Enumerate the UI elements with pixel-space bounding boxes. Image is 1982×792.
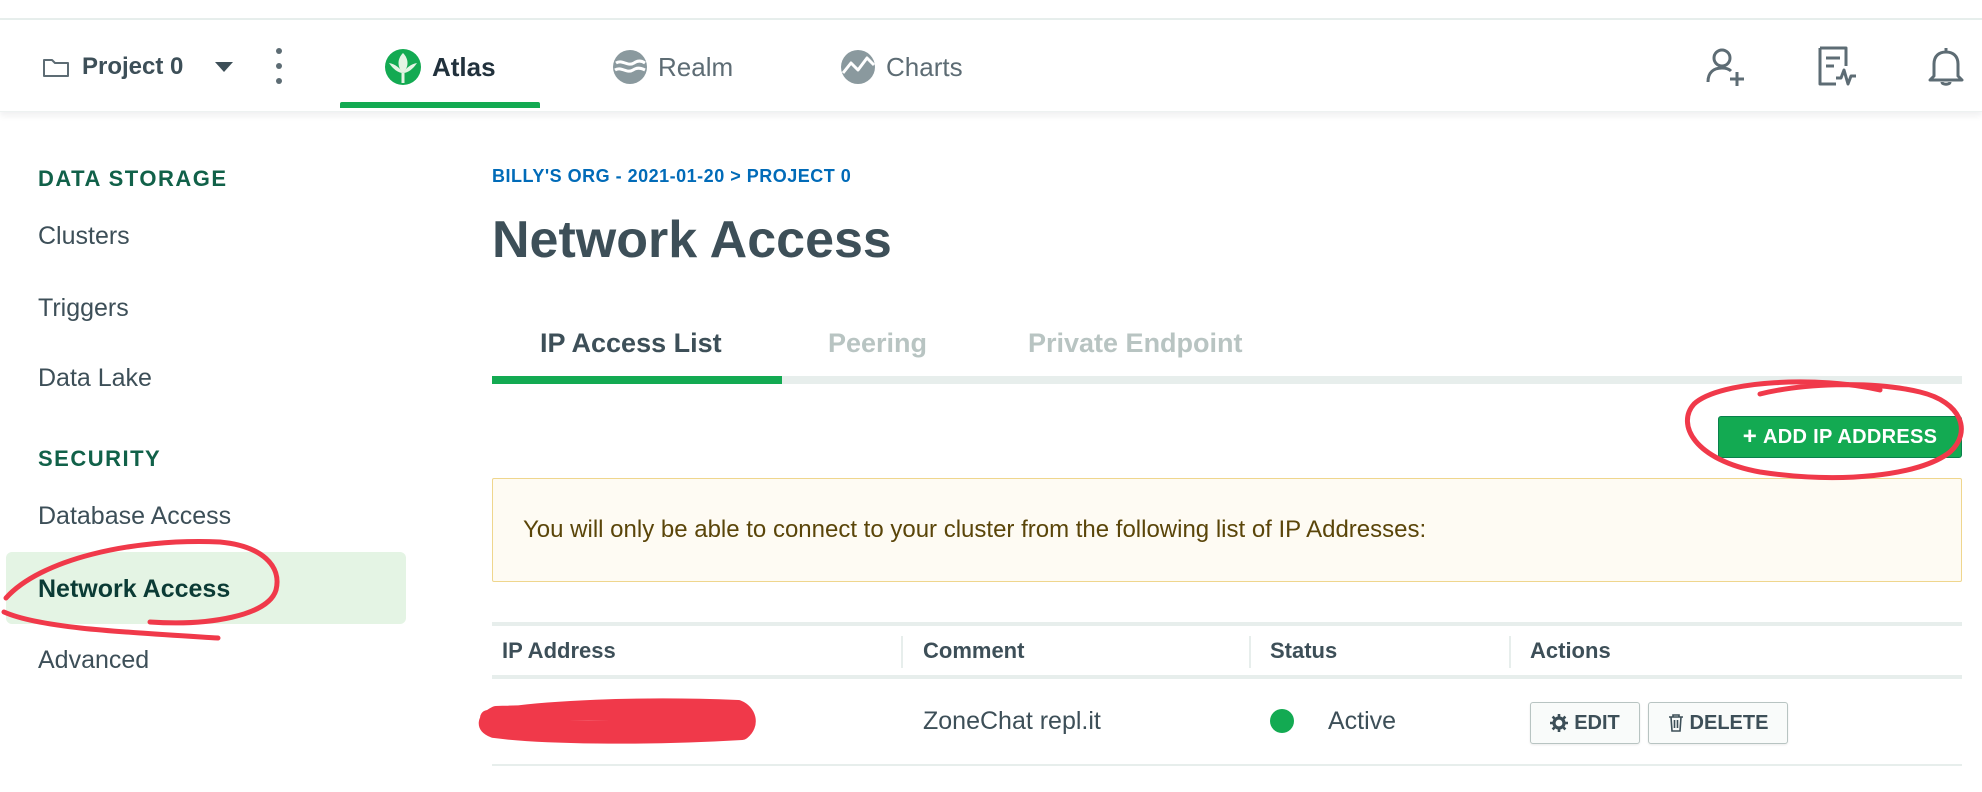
cell-comment: ZoneChat repl.it [923, 707, 1101, 735]
nav-tab-realm[interactable]: Realm [612, 46, 733, 88]
column-header-comment: Comment [923, 638, 1025, 663]
sidebar-item-advanced[interactable]: Advanced [38, 646, 149, 675]
info-banner: You will only be able to connect to your… [492, 478, 1962, 582]
page-title: Network Access [492, 211, 892, 269]
sidebar-item-clusters[interactable]: Clusters [38, 222, 130, 251]
edit-button[interactable]: EDIT [1530, 702, 1640, 744]
nav-tab-atlas[interactable]: Atlas [384, 46, 496, 88]
activity-feed-icon[interactable] [1814, 44, 1858, 88]
sidebar-heading-security: SECURITY [38, 446, 162, 471]
add-ip-address-button[interactable]: + ADD IP ADDRESS [1718, 416, 1962, 458]
status-active-dot-icon [1270, 709, 1294, 733]
delete-button[interactable]: DELETE [1648, 702, 1788, 744]
folder-icon [43, 59, 69, 77]
top-navigation-bar: Project 0 Atlas Realm Charts [0, 20, 1982, 112]
breadcrumb[interactable]: BILLY'S ORG - 2021-01-20 > PROJECT 0 [492, 166, 851, 187]
info-banner-text: You will only be able to connect to your… [523, 516, 1427, 543]
delete-label: DELETE [1689, 711, 1769, 734]
active-tab-indicator [492, 376, 782, 384]
nav-tab-label: Atlas [432, 51, 496, 82]
cell-status: Active [1328, 707, 1397, 735]
sidebar-item-network-access[interactable]: Network Access [38, 575, 230, 604]
table-row-border [492, 764, 1962, 766]
bell-icon[interactable] [1924, 44, 1968, 88]
trash-icon [1668, 714, 1683, 732]
edit-label: EDIT [1574, 711, 1620, 734]
red-annotation-layer [1, 379, 1964, 744]
add-ip-address-label: ADD IP ADDRESS [1763, 425, 1938, 448]
nav-tab-charts[interactable]: Charts [840, 46, 963, 88]
invite-user-icon[interactable] [1704, 44, 1748, 88]
column-header-status: Status [1270, 638, 1338, 663]
atlas-leaf-icon [385, 49, 421, 85]
active-nav-indicator [340, 102, 540, 108]
sidebar-item-data-lake[interactable]: Data Lake [38, 364, 152, 393]
nav-tab-label: Charts [886, 51, 963, 82]
column-separator [1509, 636, 1511, 668]
sidebar-item-triggers[interactable]: Triggers [38, 294, 129, 323]
column-separator [901, 636, 903, 668]
project-selector[interactable]: Project 0 [42, 50, 234, 84]
top-strip [0, 0, 1982, 20]
realm-icon [613, 50, 647, 84]
tab-ip-access-list[interactable]: IP Access List [540, 328, 722, 359]
redaction-scribble [478, 698, 756, 744]
tab-peering[interactable]: Peering [828, 328, 927, 359]
tab-private-endpoint[interactable]: Private Endpoint [1028, 328, 1243, 359]
table-header-border-bottom [492, 675, 1962, 679]
chevron-down-icon[interactable] [215, 62, 234, 72]
project-name: Project 0 [82, 53, 184, 80]
sidebar-heading-data-storage: DATA STORAGE [38, 166, 228, 191]
charts-icon [841, 50, 876, 84]
gear-icon [1550, 714, 1569, 732]
table-header-border-top [492, 622, 1962, 626]
plus-icon: + [1742, 423, 1758, 450]
column-header-ip-address: IP Address [502, 638, 616, 663]
nav-tab-label: Realm [658, 51, 734, 82]
column-separator [1249, 636, 1251, 668]
kebab-menu-icon[interactable] [274, 48, 284, 84]
sidebar-item-database-access[interactable]: Database Access [38, 502, 231, 531]
column-header-actions: Actions [1530, 638, 1611, 663]
